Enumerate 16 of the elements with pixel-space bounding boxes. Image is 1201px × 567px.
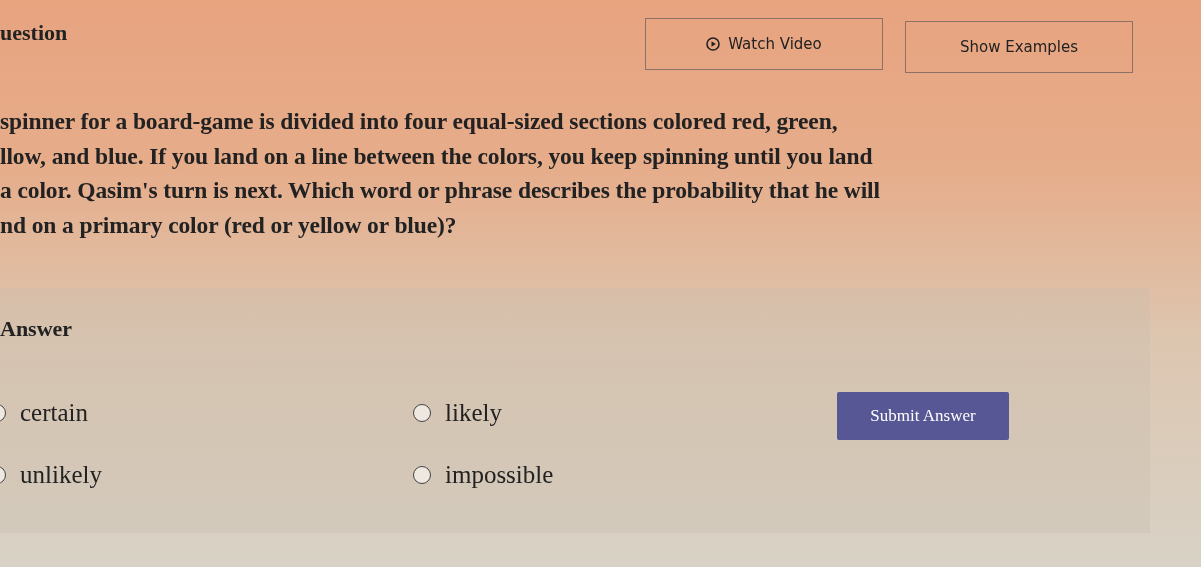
question-text: spinner for a board-game is divided into four equal-sized sections colored red, green, <box>0 107 839 136</box>
section-title: uestion <box>0 20 68 46</box>
header-button[interactable]: Show Examples <box>905 21 1133 73</box>
answer-option[interactable]: impossible <box>413 460 813 490</box>
question-text: a color. Qasim's turn is next. Which word or phrase describes the probability that he will <box>0 176 881 205</box>
answer-option[interactable]: likely <box>413 398 813 428</box>
answer-option[interactable]: unlikely <box>0 460 413 490</box>
answer-option[interactable]: certain <box>0 398 413 428</box>
submit-button[interactable]: Submit Answer <box>837 392 1009 440</box>
radio-button[interactable] <box>413 404 431 422</box>
question-text: nd on a primary color (red or yellow or blue)? <box>0 210 458 240</box>
radio-button[interactable] <box>413 466 431 484</box>
play-icon <box>706 37 721 51</box>
question-text: llow, and blue. If you land on a line between the colors, you keep spinning until you land <box>0 141 874 171</box>
header-button[interactable]: Watch Video <box>645 18 883 70</box>
answer-heading: Answer <box>0 316 74 342</box>
